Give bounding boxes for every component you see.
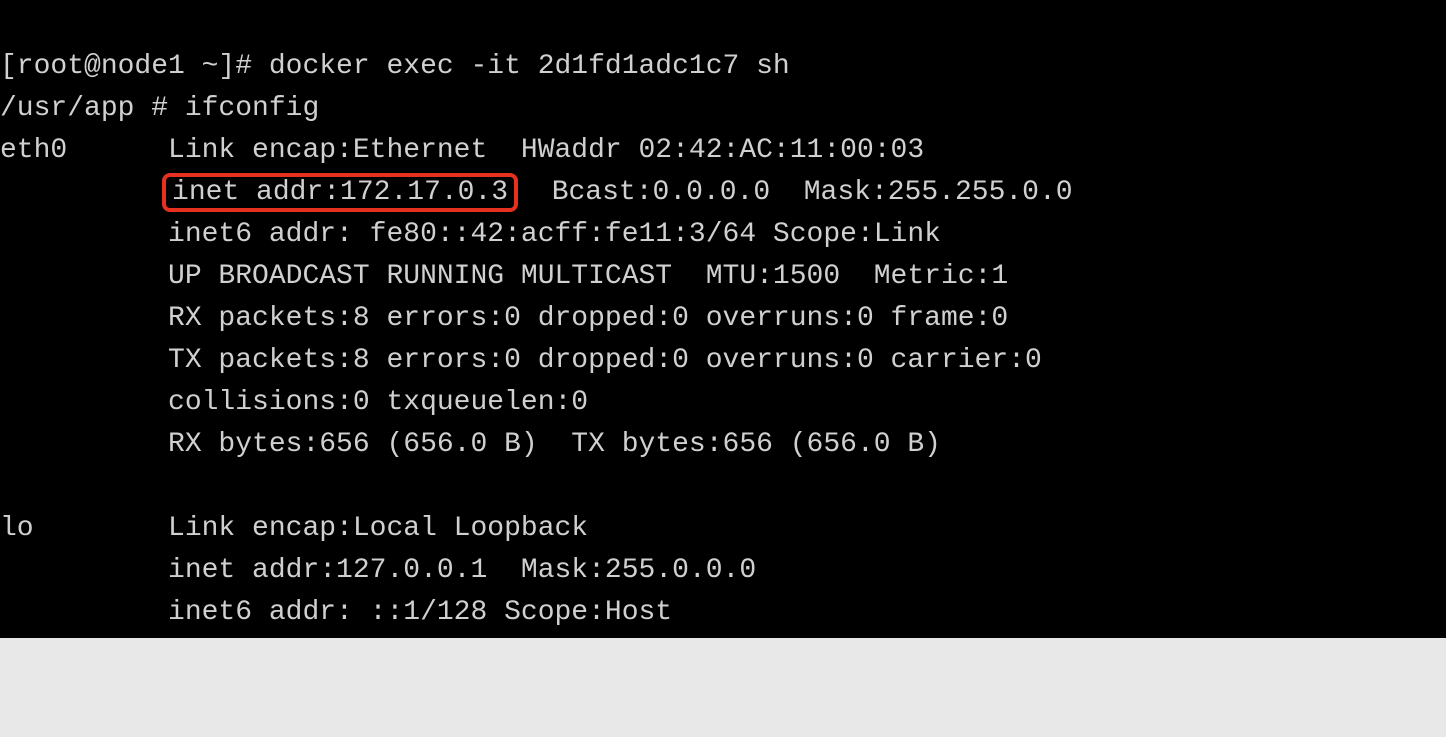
eth0-header: eth0 Link encap:Ethernet HWaddr 02:42:AC…	[0, 135, 924, 166]
lo-header: lo Link encap:Local Loopback	[0, 513, 588, 544]
prompt-line: [root@node1 ~]# docker exec -it 2d1fd1ad…	[0, 51, 790, 82]
eth0-rx-packets: RX packets:8 errors:0 dropped:0 overruns…	[0, 303, 1008, 334]
lo-inet6: inet6 addr: ::1/128 Scope:Host	[0, 597, 672, 628]
terminal-output[interactable]: [root@node1 ~]# docker exec -it 2d1fd1ad…	[0, 0, 1446, 638]
eth0-inet-rest: Bcast:0.0.0.0 Mask:255.255.0.0	[518, 177, 1073, 208]
eth0-flags: UP BROADCAST RUNNING MULTICAST MTU:1500 …	[0, 261, 1008, 292]
command-line: /usr/app # ifconfig	[0, 93, 319, 124]
eth0-inet-indent	[0, 177, 168, 208]
eth0-collisions: collisions:0 txqueuelen:0	[0, 387, 588, 418]
eth0-bytes: RX bytes:656 (656.0 B) TX bytes:656 (656…	[0, 429, 941, 460]
inet-addr-highlight: inet addr:172.17.0.3	[162, 173, 518, 212]
eth0-inet6: inet6 addr: fe80::42:acff:fe11:3/64 Scop…	[0, 219, 941, 250]
lo-inet: inet addr:127.0.0.1 Mask:255.0.0.0	[0, 555, 756, 586]
eth0-tx-packets: TX packets:8 errors:0 dropped:0 overruns…	[0, 345, 1042, 376]
